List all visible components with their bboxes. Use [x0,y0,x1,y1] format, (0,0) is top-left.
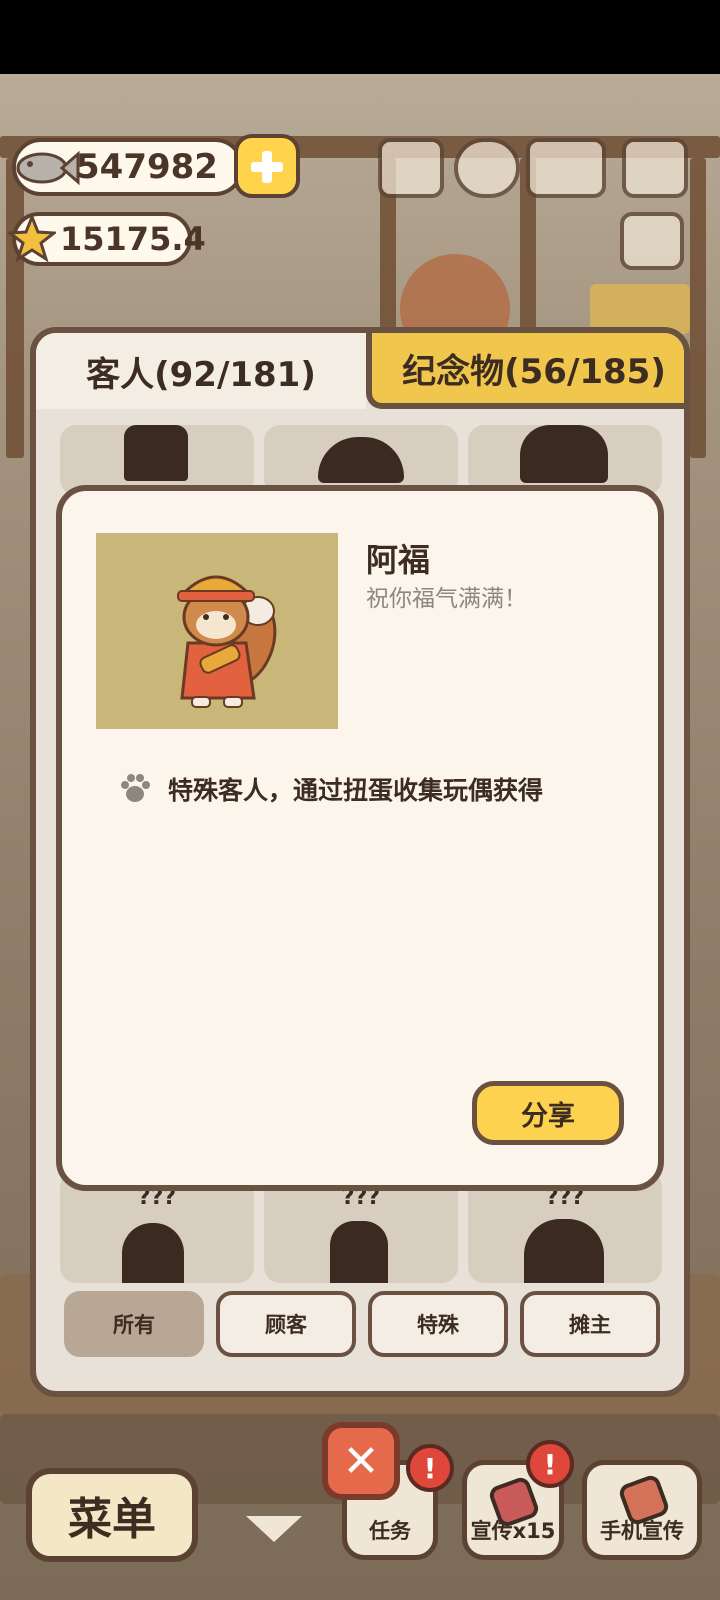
guest-name: 阿福 [366,541,431,579]
add-currency-button[interactable] [234,134,300,198]
filter-special[interactable]: 特殊 [368,1291,508,1357]
filter-all[interactable]: 所有 [64,1291,204,1357]
tab-guests[interactable]: 客人(92/181) [36,333,366,409]
tasks-label: 任务 [369,1519,411,1543]
guest-portrait [96,533,338,729]
menu-button[interactable]: 菜单 [26,1468,198,1562]
tasks-alert-badge: ! [406,1444,454,1492]
guest-quote: 祝你福气满满！ [366,586,527,612]
star-icon [8,214,56,263]
phone-promo-button[interactable]: 手机宣传 [582,1460,702,1560]
squirrel-character-illustration [177,575,277,708]
star-currency-bar: 15175.4 [8,212,206,266]
guest-acquisition-text: 特殊客人，通过扭蛋收集玩偶获得 [168,776,544,805]
share-button[interactable]: 分享 [472,1081,624,1145]
collapse-arrow-icon[interactable] [246,1516,302,1542]
star-amount: 15175.4 [60,220,206,258]
promo-alert-badge: ! [526,1440,574,1488]
camera-icon[interactable] [622,138,688,198]
fish-icon [16,150,80,186]
notice-board-icon[interactable] [620,212,684,270]
status-bar [0,0,720,74]
filter-vendors[interactable]: 摊主 [520,1291,660,1357]
collection-book-icon[interactable] [526,138,606,198]
paw-icon [121,774,150,802]
guest-detail-card: 阿福 祝你福气满满！ 特殊客人，通过扭蛋收集玩偶获得 分享 [56,485,664,1191]
close-button[interactable]: ✕ [322,1422,400,1500]
filter-customers[interactable]: 顾客 [216,1291,356,1357]
fish-amount: 547982 [76,147,218,187]
tab-souvenirs[interactable]: 纪念物(56/185) [366,333,684,409]
settings-gear-icon[interactable] [454,138,520,198]
ranking-icon[interactable] [378,138,444,198]
fish-currency-bar: 547982 [12,138,244,196]
